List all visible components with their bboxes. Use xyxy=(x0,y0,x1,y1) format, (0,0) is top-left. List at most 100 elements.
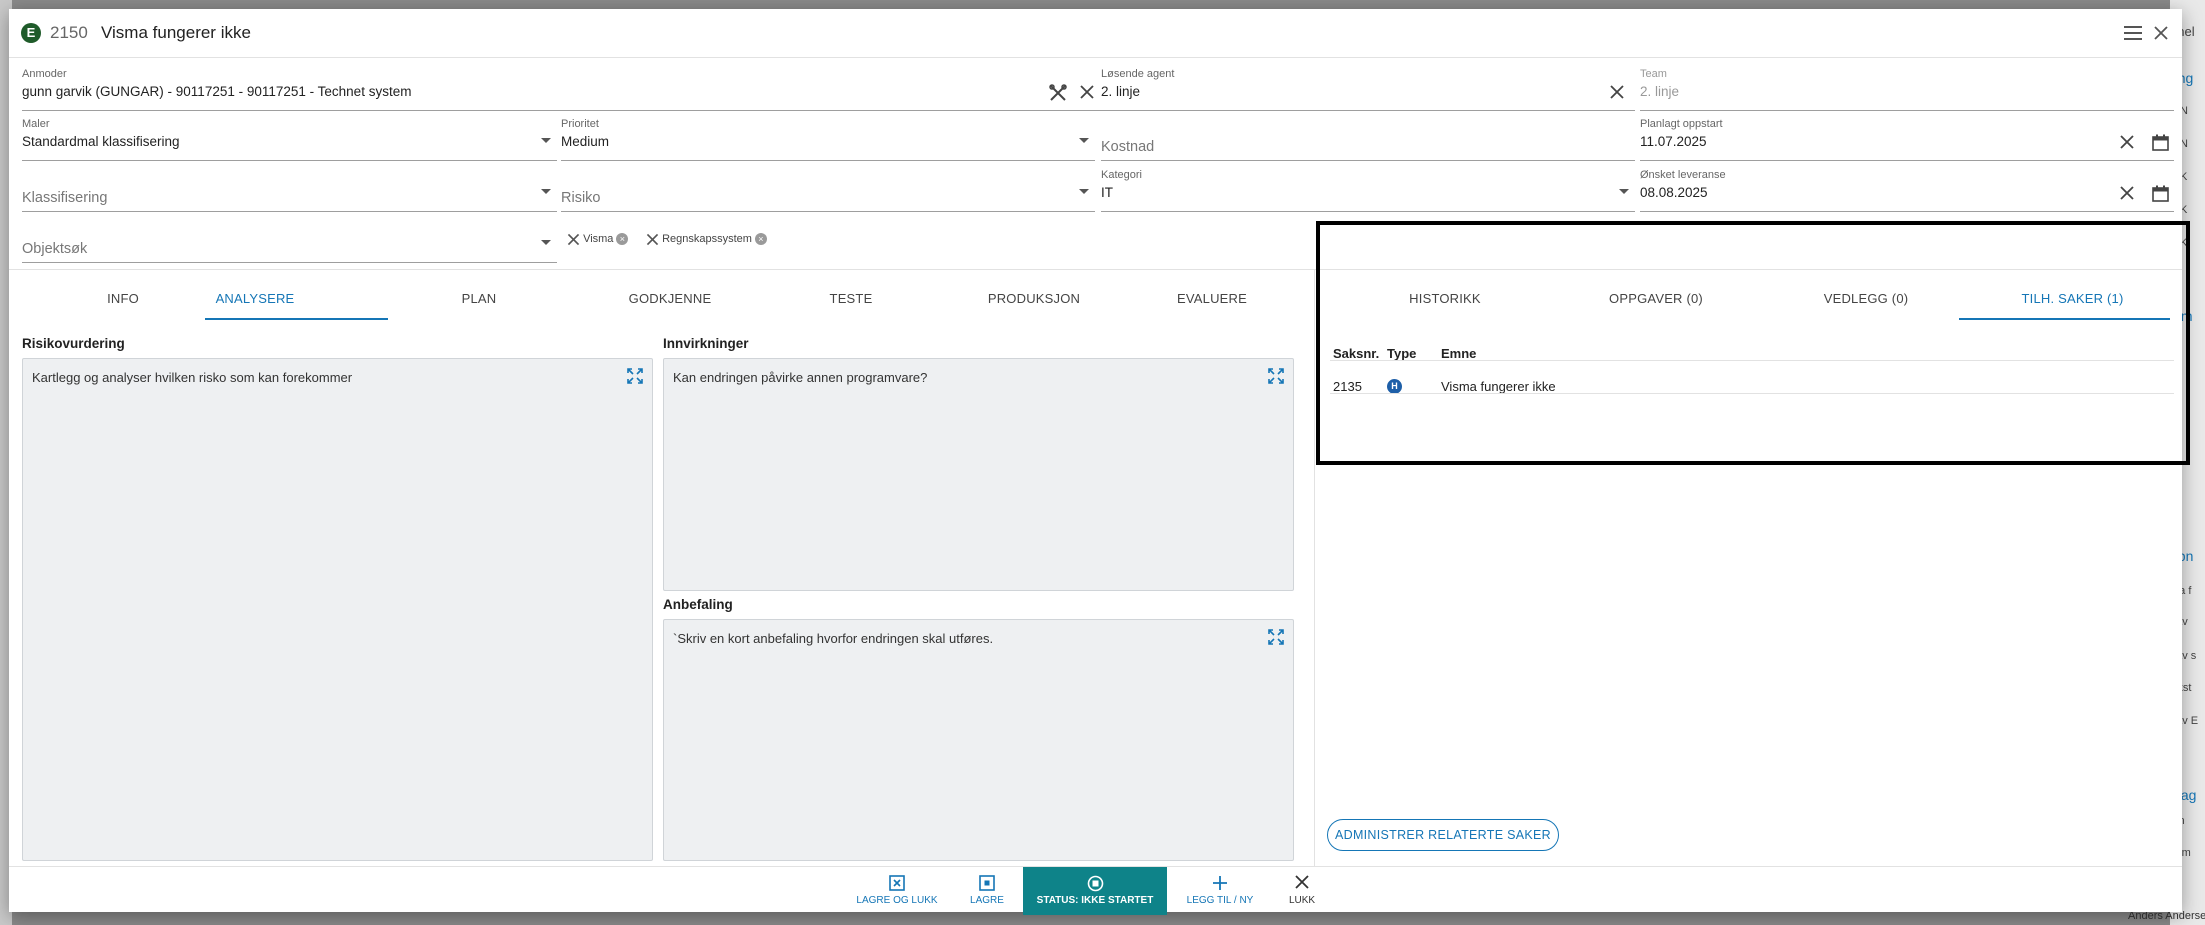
modal-header: E 2150 Visma fungerer ikke xyxy=(9,9,2182,58)
risiko-placeholder: Risiko xyxy=(561,190,601,206)
team-label: Team xyxy=(1640,68,1667,80)
clear-icon[interactable] xyxy=(2120,186,2134,205)
tab-plan[interactable]: PLAN xyxy=(429,291,529,306)
chevron-down-icon[interactable] xyxy=(1079,138,1089,143)
related-saksnr[interactable]: 2135 xyxy=(1333,379,1362,394)
close-button[interactable]: LUKK xyxy=(1277,867,1327,915)
expand-icon[interactable] xyxy=(1268,629,1284,645)
risikovurdering-text: Kartlegg og analyser hvilken risko som k… xyxy=(32,370,353,385)
object-chip[interactable]: Visma × xyxy=(567,228,629,250)
innvirkninger-title: Innvirkninger xyxy=(663,336,749,351)
object-chip[interactable]: Regnskapssystem × xyxy=(646,228,767,250)
chip-label: Visma xyxy=(583,233,614,245)
tab-evaluere[interactable]: EVALUERE xyxy=(1157,291,1267,306)
expand-icon[interactable] xyxy=(627,368,643,384)
tools-icon[interactable] xyxy=(1049,84,1067,107)
clear-icon[interactable] xyxy=(2120,135,2134,154)
risikovurdering-textarea[interactable]: Kartlegg og analyser hvilken risko som k… xyxy=(22,358,653,861)
close-label: LUKK xyxy=(1288,895,1316,906)
calendar-icon[interactable] xyxy=(2152,134,2169,156)
prioritet-field[interactable]: Prioritet Medium xyxy=(561,116,1095,161)
klassifisering-field[interactable]: Klassifisering xyxy=(22,167,557,212)
chevron-down-icon[interactable] xyxy=(541,189,551,194)
planlagt-oppstart-field[interactable]: Planlagt oppstart 11.07.2025 xyxy=(1640,116,2174,161)
save-close-button[interactable]: LAGRE OG LUKK xyxy=(847,867,947,915)
anbefaling-title: Anbefaling xyxy=(663,597,733,612)
maler-value: Standardmal klassifisering xyxy=(22,134,180,149)
save-close-label: LAGRE OG LUKK xyxy=(856,895,938,906)
team-field: Team 2. linje xyxy=(1640,66,2174,111)
tools-icon xyxy=(567,233,580,245)
table-divider xyxy=(1330,393,2174,394)
expand-icon[interactable] xyxy=(1268,368,1284,384)
chevron-down-icon[interactable] xyxy=(541,138,551,143)
col-header-type: Type xyxy=(1387,346,1417,361)
tab-analysere[interactable]: ANALYSERE xyxy=(205,291,305,306)
case-type-badge: E xyxy=(21,23,41,43)
anmoder-label: Anmoder xyxy=(22,68,67,80)
innvirkninger-text: Kan endringen påvirke annen programvare? xyxy=(673,370,928,385)
type-badge: H xyxy=(1387,379,1402,394)
maler-label: Maler xyxy=(22,118,50,130)
related-emne[interactable]: Visma fungerer ikke xyxy=(1441,379,1556,394)
kostnad-placeholder: Kostnad xyxy=(1101,139,1155,155)
kategori-field[interactable]: Kategori IT xyxy=(1101,167,1635,212)
tab-produksjon[interactable]: PRODUKSJON xyxy=(969,291,1099,306)
innvirkninger-textarea[interactable]: Kan endringen påvirke annen programvare? xyxy=(663,358,1294,591)
menu-icon[interactable] xyxy=(2121,21,2145,45)
chevron-down-icon[interactable] xyxy=(1079,189,1089,194)
losende-agent-value: 2. linje xyxy=(1101,84,1141,99)
tab-info[interactable]: INFO xyxy=(73,291,173,306)
close-icon[interactable] xyxy=(2149,21,2173,45)
tab-godkjenne[interactable]: GODKJENNE xyxy=(610,291,730,306)
save-close-icon xyxy=(888,875,906,893)
administrer-relaterte-saker-button[interactable]: ADMINISTRER RELATERTE SAKER xyxy=(1327,819,1559,851)
chevron-down-icon[interactable] xyxy=(1619,189,1629,194)
onsket-leveranse-label: Ønsket leveranse xyxy=(1640,169,1726,181)
calendar-icon[interactable] xyxy=(2152,185,2169,207)
prioritet-value: Medium xyxy=(561,134,610,149)
chip-remove-icon[interactable]: × xyxy=(616,233,629,246)
add-new-label: LEGG TIL / NY xyxy=(1186,895,1254,906)
onsket-leveranse-value: 08.08.2025 xyxy=(1640,185,1708,200)
chip-remove-icon[interactable]: × xyxy=(754,233,767,246)
kategori-label: Kategori xyxy=(1101,169,1142,181)
maler-field[interactable]: Maler Standardmal klassifisering xyxy=(22,116,557,161)
objektsok-field[interactable]: Objektsøk xyxy=(22,218,557,263)
planlagt-oppstart-value: 11.07.2025 xyxy=(1640,134,1707,149)
anmoder-value: gunn garvik (GUNGAR) - 90117251 - 901172… xyxy=(22,84,412,99)
panel-divider xyxy=(1314,270,1315,866)
save-label: LAGRE xyxy=(970,895,1004,906)
losende-agent-label: Løsende agent xyxy=(1101,68,1175,80)
clear-icon[interactable] xyxy=(1080,85,1094,104)
plus-icon xyxy=(1211,875,1229,893)
save-button[interactable]: LAGRE xyxy=(957,867,1017,915)
stop-circle-icon xyxy=(1086,875,1104,893)
planlagt-oppstart-label: Planlagt oppstart xyxy=(1640,118,1723,130)
kostnad-field[interactable]: Kostnad xyxy=(1101,116,1635,161)
clear-icon[interactable] xyxy=(1610,85,1624,104)
col-header-emne: Emne xyxy=(1441,346,1477,361)
case-number: 2150 xyxy=(50,23,88,42)
kategori-value: IT xyxy=(1101,185,1113,200)
anbefaling-textarea[interactable]: `Skriv en kort anbefaling hvorfor endrin… xyxy=(663,619,1294,861)
tools-icon xyxy=(646,233,659,245)
case-modal: E 2150 Visma fungerer ikke Anmoder gunn … xyxy=(9,9,2190,915)
chevron-down-icon[interactable] xyxy=(541,240,551,245)
anmoder-field[interactable]: Anmoder gunn garvik (GUNGAR) - 90117251 … xyxy=(22,66,1104,111)
footer-toolbar: LAGRE OG LUKK LAGRE STATUS: IKKE STARTET… xyxy=(9,866,2182,915)
add-new-button[interactable]: LEGG TIL / NY xyxy=(1175,867,1265,915)
tab-teste[interactable]: TESTE xyxy=(801,291,901,306)
close-icon xyxy=(1293,875,1311,893)
objektsok-placeholder: Objektsøk xyxy=(22,241,88,257)
save-icon xyxy=(978,875,996,893)
table-divider xyxy=(1330,360,2174,361)
status-button[interactable]: STATUS: IKKE STARTET xyxy=(1023,867,1167,915)
related-cases-highlight xyxy=(1316,221,2190,465)
risiko-field[interactable]: Risiko xyxy=(561,167,1095,212)
klassifisering-placeholder: Klassifisering xyxy=(22,190,108,206)
losende-agent-field[interactable]: Løsende agent 2. linje xyxy=(1101,66,1635,111)
case-title: Visma fungerer ikke xyxy=(101,23,251,42)
team-value: 2. linje xyxy=(1640,84,1680,99)
onsket-leveranse-field[interactable]: Ønsket leveranse 08.08.2025 xyxy=(1640,167,2174,212)
